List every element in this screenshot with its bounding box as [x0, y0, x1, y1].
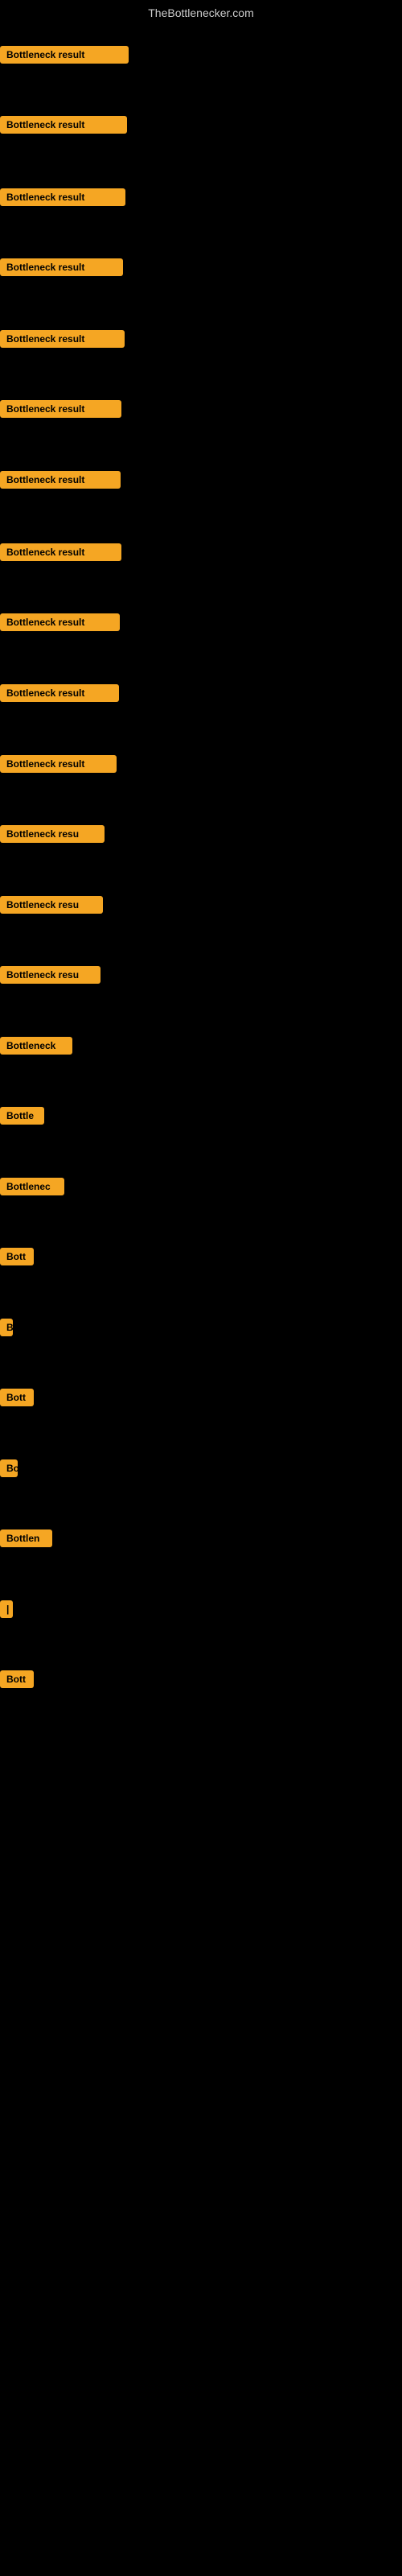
bottleneck-result-badge-15[interactable]: Bottleneck: [0, 1037, 72, 1055]
site-title: TheBottlenecker.com: [0, 0, 402, 23]
bottleneck-result-badge-20[interactable]: Bott: [0, 1389, 34, 1406]
bottleneck-result-badge-10[interactable]: Bottleneck result: [0, 684, 119, 702]
badge-container-18: Bott: [0, 1248, 34, 1269]
badge-container-7: Bottleneck result: [0, 471, 121, 493]
badge-container-5: Bottleneck result: [0, 330, 125, 352]
bottleneck-result-badge-7[interactable]: Bottleneck result: [0, 471, 121, 489]
bottleneck-result-badge-2[interactable]: Bottleneck result: [0, 116, 127, 134]
bottleneck-result-badge-22[interactable]: Bottlen: [0, 1530, 52, 1547]
bottleneck-result-badge-12[interactable]: Bottleneck resu: [0, 825, 105, 843]
badge-container-20: Bott: [0, 1389, 34, 1410]
bottleneck-result-badge-4[interactable]: Bottleneck result: [0, 258, 123, 276]
bottleneck-result-badge-16[interactable]: Bottle: [0, 1107, 44, 1125]
badge-container-16: Bottle: [0, 1107, 44, 1129]
badge-container-14: Bottleneck resu: [0, 966, 100, 988]
bottleneck-result-badge-21[interactable]: Bo: [0, 1459, 18, 1477]
badge-container-21: Bo: [0, 1459, 18, 1481]
bottleneck-result-badge-14[interactable]: Bottleneck resu: [0, 966, 100, 984]
badge-container-3: Bottleneck result: [0, 188, 125, 210]
badge-container-8: Bottleneck result: [0, 543, 121, 565]
bottleneck-result-badge-5[interactable]: Bottleneck result: [0, 330, 125, 348]
bottleneck-result-badge-13[interactable]: Bottleneck resu: [0, 896, 103, 914]
bottleneck-result-badge-19[interactable]: B: [0, 1319, 13, 1336]
badge-container-12: Bottleneck resu: [0, 825, 105, 847]
badge-container-11: Bottleneck result: [0, 755, 117, 777]
badge-container-10: Bottleneck result: [0, 684, 119, 706]
badge-container-22: Bottlen: [0, 1530, 52, 1551]
badge-container-9: Bottleneck result: [0, 613, 120, 635]
bottleneck-result-badge-8[interactable]: Bottleneck result: [0, 543, 121, 561]
bottleneck-result-badge-18[interactable]: Bott: [0, 1248, 34, 1265]
badge-container-15: Bottleneck: [0, 1037, 72, 1059]
bottleneck-result-badge-3[interactable]: Bottleneck result: [0, 188, 125, 206]
badge-container-17: Bottlenec: [0, 1178, 64, 1199]
badge-container-24: Bott: [0, 1670, 34, 1692]
bottleneck-result-badge-1[interactable]: Bottleneck result: [0, 46, 129, 64]
badge-container-1: Bottleneck result: [0, 46, 129, 68]
bottleneck-result-badge-6[interactable]: Bottleneck result: [0, 400, 121, 418]
bottleneck-result-badge-9[interactable]: Bottleneck result: [0, 613, 120, 631]
badge-container-23: |: [0, 1600, 13, 1622]
bottleneck-result-badge-24[interactable]: Bott: [0, 1670, 34, 1688]
badge-container-13: Bottleneck resu: [0, 896, 103, 918]
badge-container-6: Bottleneck result: [0, 400, 121, 422]
badge-container-19: B: [0, 1319, 13, 1340]
bottleneck-result-badge-17[interactable]: Bottlenec: [0, 1178, 64, 1195]
badge-container-2: Bottleneck result: [0, 116, 127, 138]
bottleneck-result-badge-23[interactable]: |: [0, 1600, 13, 1618]
badge-container-4: Bottleneck result: [0, 258, 123, 280]
bottleneck-result-badge-11[interactable]: Bottleneck result: [0, 755, 117, 773]
